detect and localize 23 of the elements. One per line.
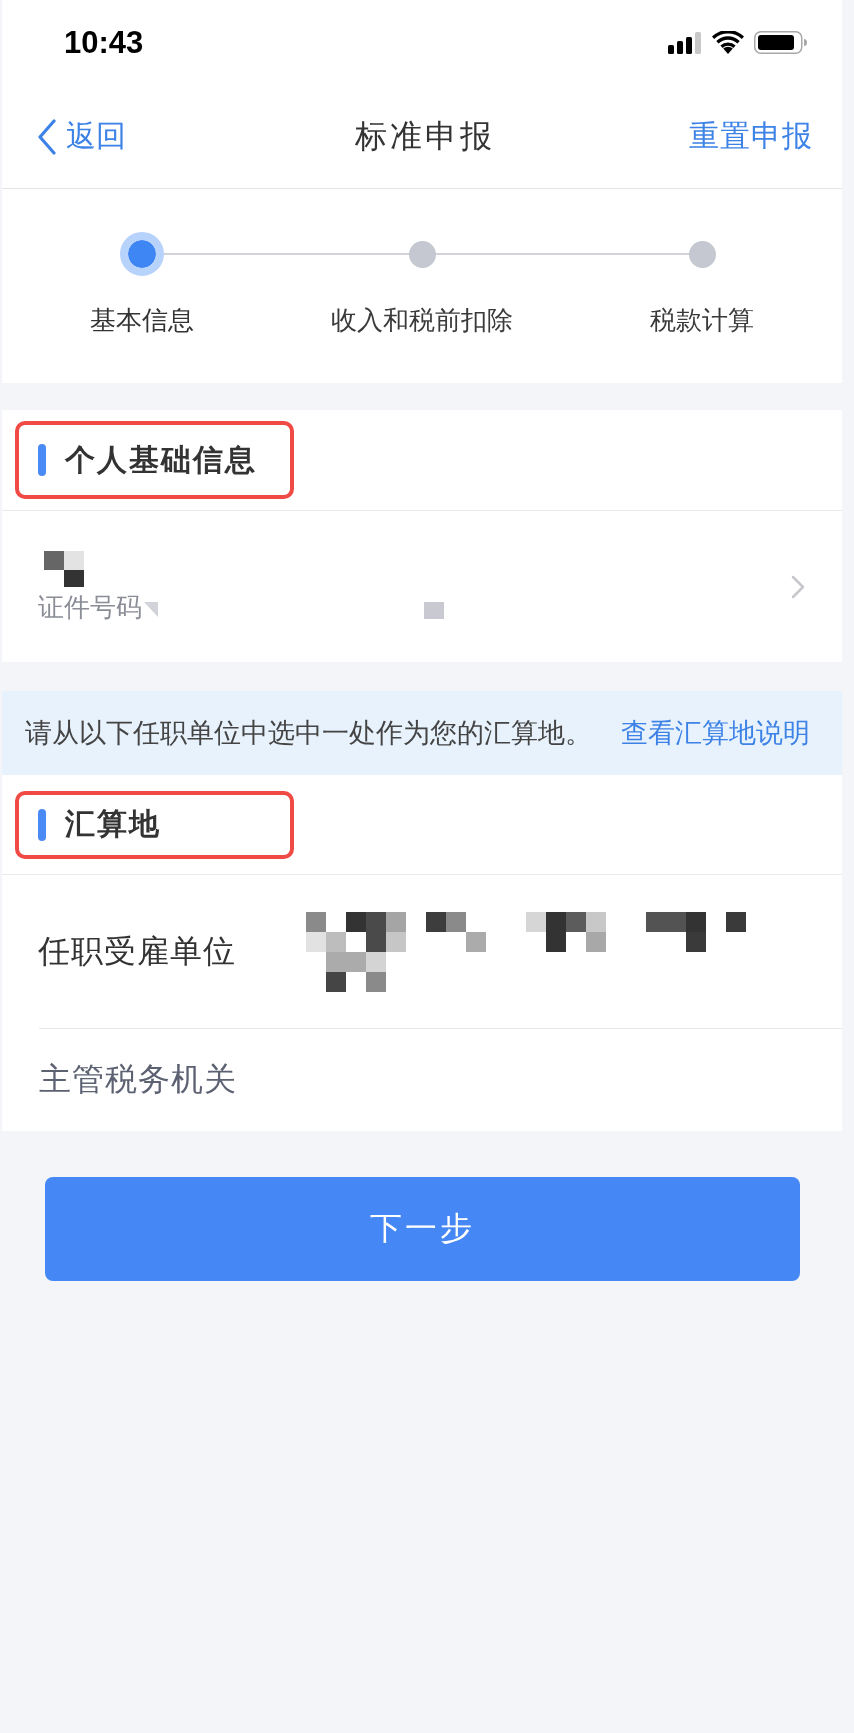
step-label: 税款计算 [650, 305, 754, 335]
section-marker [38, 808, 46, 841]
next-step-button[interactable]: 下一步 [45, 1177, 800, 1281]
id-number-label: 证件号码 [38, 590, 142, 623]
page-title: 标准申报 [355, 115, 495, 157]
section-title: 个人基础信息 [65, 440, 257, 479]
step-label: 基本信息 [90, 305, 194, 335]
notice-text: 请从以下任职单位中选中一处作为您的汇算地。 [25, 716, 592, 750]
section-marker [38, 444, 46, 476]
chevron-left-icon [37, 118, 57, 155]
mosaic-drawing [44, 550, 84, 587]
field-label: 主管税务机关 [39, 1059, 238, 1100]
signal-icon [668, 31, 702, 54]
field-label: 任职受雇单位 [38, 930, 237, 972]
step-label: 收入和税前扣除 [331, 305, 513, 335]
reset-button[interactable]: 重置申报 [689, 116, 813, 157]
chevron-right-icon[interactable] [791, 574, 805, 599]
back-button[interactable]: 返回 [37, 116, 126, 157]
wifi-icon [712, 31, 744, 54]
help-link[interactable]: 查看汇算地说明 [621, 715, 810, 751]
section-title: 汇算地 [65, 805, 161, 843]
status-time: 10:43 [64, 24, 144, 61]
battery-icon [754, 31, 807, 54]
